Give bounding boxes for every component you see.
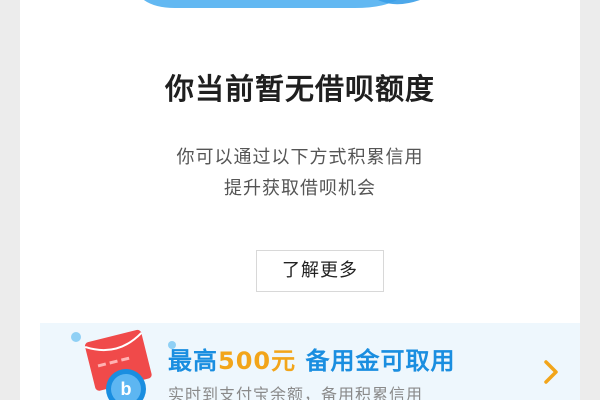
decorative-illustration	[144, 0, 420, 8]
chevron-right-icon[interactable]	[542, 359, 560, 385]
no-credit-card: 你当前暂无借呗额度 你可以通过以下方式积累信用 提升获取借呗机会 了解更多 b …	[20, 0, 580, 400]
description-line-1: 你可以通过以下方式积累信用	[176, 147, 424, 168]
promo-title-suffix: 备用金可取用	[305, 347, 456, 375]
promo-amount: 500元	[218, 347, 297, 375]
promo-title: 最高500元 备用金可取用	[168, 341, 455, 376]
promo-title-prefix: 最高	[168, 347, 218, 375]
svg-text:b: b	[121, 379, 132, 399]
promo-subtitle: 实时到支付宝余额，备用积累信用	[168, 385, 424, 400]
description-line-2: 提升获取借呗机会	[224, 178, 376, 199]
page-title: 你当前暂无借呗额度	[164, 72, 435, 106]
promo-banner[interactable]: b 最高500元 备用金可取用 实时到支付宝余额，备用积累信用	[40, 323, 580, 400]
learn-more-button[interactable]: 了解更多	[256, 250, 384, 292]
red-envelope-coin-icon: b	[71, 329, 176, 400]
